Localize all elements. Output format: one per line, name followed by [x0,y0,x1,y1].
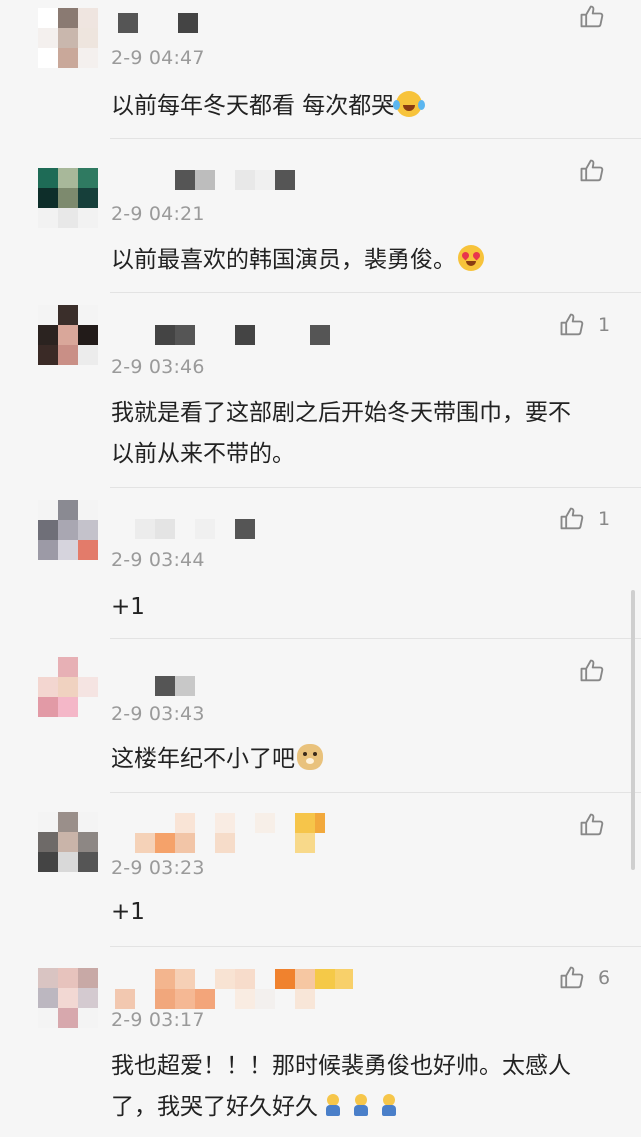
avatar[interactable] [38,968,98,1028]
comment-text: 以前最喜欢的韩国演员，裴勇俊。 [111,240,591,281]
like-button[interactable] [578,811,618,839]
divider [110,292,641,293]
comment-time: 2-9 03:17 [111,1009,205,1031]
thumbs-up-icon [580,159,604,182]
like-count: 1 [598,314,611,336]
like-button[interactable] [578,3,618,31]
scrollbar[interactable] [631,590,635,870]
divider [110,638,641,639]
crying-figure-emoji [352,1094,370,1118]
thumbs-up-icon [580,659,604,682]
divider [110,946,641,947]
comment-text: 这楼年纪不小了吧 [111,739,591,780]
comment-text-body: 以前每年冬天都看 每次都哭 [111,93,395,119]
comment-text-body: 以前最喜欢的韩国演员，裴勇俊。 [111,247,456,273]
thumbs-up-icon [580,5,604,28]
doge-emoji [297,744,323,770]
like-count: 6 [598,967,611,989]
avatar[interactable] [38,305,98,365]
like-button[interactable]: 6 [558,964,610,992]
comment-text: +1 [111,594,145,620]
thumbs-up-icon [560,507,584,530]
like-button[interactable]: 1 [558,505,610,533]
comment-time: 2-9 04:21 [111,203,205,225]
heart-eyes-emoji [458,245,484,271]
crying-figure-emoji [380,1094,398,1118]
comment-text: 我就是看了这部剧之后开始冬天带围巾，要不以前从来不带的。 [111,400,571,467]
comment-time: 2-9 03:46 [111,356,205,378]
comment-text-body: 这楼年纪不小了吧 [111,746,295,772]
thumbs-up-icon [560,966,584,989]
thumbs-up-icon [580,813,604,836]
comment-time: 2-9 03:43 [111,703,205,725]
avatar[interactable] [38,8,98,68]
like-button[interactable] [578,157,618,185]
avatar[interactable] [38,500,98,560]
divider [110,792,641,793]
divider [110,138,641,139]
like-button[interactable]: 1 [558,311,610,339]
avatar[interactable] [38,657,98,717]
comment-text: +1 [111,899,145,925]
avatar[interactable] [38,168,98,228]
comment-time: 2-9 03:44 [111,549,205,571]
divider [110,487,641,488]
laugh-cry-emoji [393,91,426,117]
like-count: 1 [598,508,611,530]
thumbs-up-icon [560,313,584,336]
comment-time: 2-9 03:23 [111,857,205,879]
comment-time: 2-9 04:47 [111,47,205,69]
comment-text: 我也超爱！！！那时候裴勇俊也好帅。太感人了，我哭了好久好久 [111,1046,601,1128]
comment-text: 以前每年冬天都看 每次都哭 [111,86,591,127]
like-button[interactable] [578,657,618,685]
crying-figure-emoji [324,1094,342,1118]
avatar[interactable] [38,812,98,872]
